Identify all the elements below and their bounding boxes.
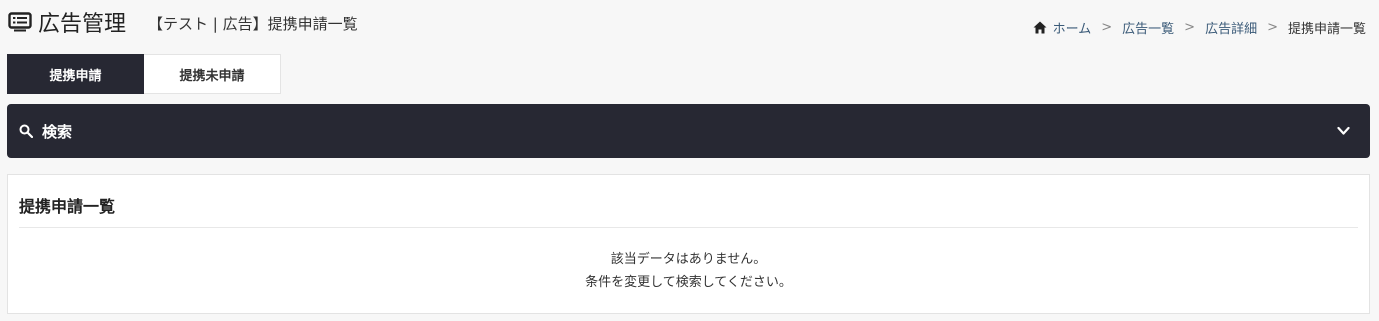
breadcrumb-current: 提携申請一覧 bbox=[1287, 22, 1366, 37]
home-icon[interactable] bbox=[1033, 21, 1047, 34]
page-title: 広告管理 bbox=[38, 12, 127, 37]
page-header: 広告管理 【テスト | 広告】提携申請一覧 ホーム > 広告一覧 > 広告詳細 … bbox=[0, 0, 1379, 48]
tab-applied[interactable]: 提携申請 bbox=[7, 54, 144, 94]
breadcrumb-separator: > bbox=[1267, 20, 1278, 35]
search-label: 検索 bbox=[42, 123, 73, 141]
breadcrumb: ホーム > 広告一覧 > 広告詳細 > 提携申請一覧 bbox=[1033, 18, 1366, 37]
list-box-icon bbox=[8, 12, 32, 32]
breadcrumb-separator: > bbox=[1184, 20, 1196, 35]
search-icon bbox=[19, 124, 33, 138]
tab-not-applied[interactable]: 提携未申請 bbox=[144, 54, 281, 94]
application-list-card: 提携申請一覧 該当データはありません。 条件を変更して検索してください。 bbox=[7, 174, 1370, 314]
page-subtitle: 【テスト | 広告】提携申請一覧 bbox=[148, 15, 358, 33]
breadcrumb-separator: > bbox=[1101, 20, 1113, 35]
list-title: 提携申請一覧 bbox=[19, 197, 116, 216]
breadcrumb-ad-list-link[interactable]: 広告一覧 bbox=[1122, 18, 1174, 37]
breadcrumb-ad-detail-link[interactable]: 広告詳細 bbox=[1205, 18, 1257, 37]
breadcrumb-home-link[interactable]: ホーム bbox=[1053, 18, 1092, 37]
tab-bar: 提携申請 提携未申請 bbox=[7, 54, 281, 94]
empty-message-hint: 条件を変更して検索してください。 bbox=[585, 275, 792, 290]
empty-message: 該当データはありません。 bbox=[610, 252, 767, 267]
search-panel-toggle[interactable]: 検索 bbox=[7, 104, 1370, 158]
chevron-down-icon[interactable] bbox=[1337, 126, 1350, 136]
divider bbox=[19, 227, 1358, 228]
